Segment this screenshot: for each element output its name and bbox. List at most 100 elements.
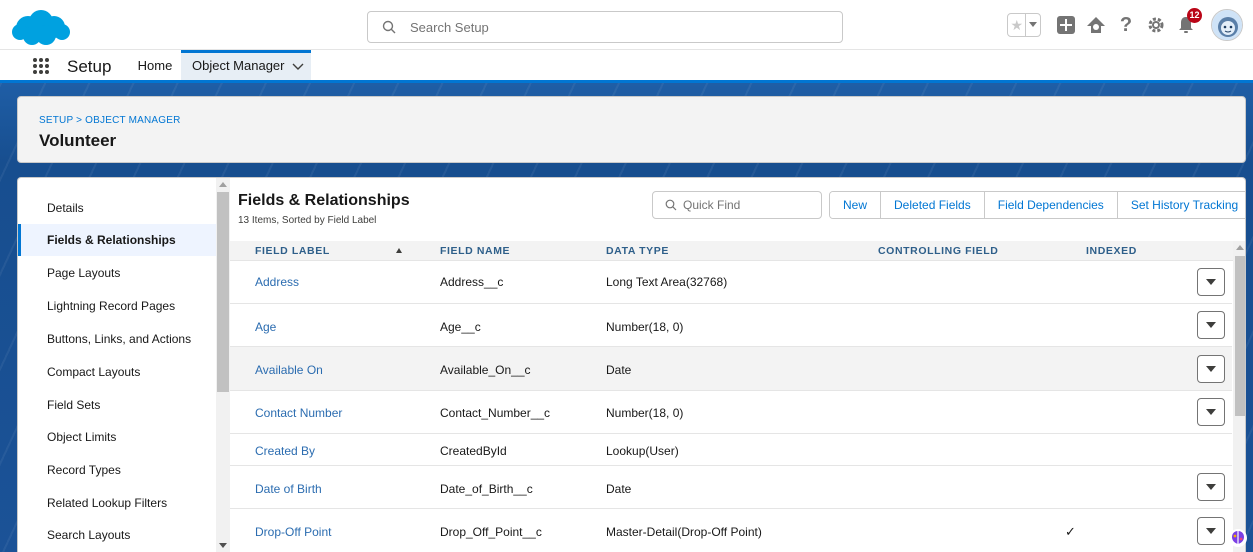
table-row: Age Age__c Number(18, 0): [230, 304, 1232, 347]
notifications-button[interactable]: 12: [1175, 8, 1202, 36]
add-icon[interactable]: [1055, 14, 1077, 36]
row-actions-button[interactable]: [1197, 311, 1225, 339]
field-name-cell: Contact_Number__c: [440, 406, 551, 420]
salesforce-logo-icon[interactable]: [8, 8, 74, 48]
sidebar-item-object-limits[interactable]: Object Limits: [18, 421, 216, 453]
data-type-cell: Number(18, 0): [606, 320, 684, 334]
data-type-cell: Date: [606, 363, 632, 377]
field-name-cell: CreatedById: [440, 444, 507, 458]
chevron-down-icon: [1206, 322, 1216, 328]
favorites-dropdown-icon[interactable]: [1025, 14, 1040, 36]
table-row: Drop-Off Point Drop_Off_Point__c Master-…: [230, 509, 1232, 552]
new-button[interactable]: New: [830, 192, 881, 218]
field-label-link[interactable]: Age: [255, 320, 276, 334]
field-label-link[interactable]: Available On: [255, 363, 323, 377]
page-header: SETUP > OBJECT MANAGER Volunteer: [17, 96, 1246, 163]
header-actions: ★ ? 12: [1007, 8, 1253, 42]
tab-home[interactable]: Home: [130, 50, 180, 80]
sidebar-scrollbar[interactable]: [216, 178, 230, 552]
table-row: Available On Available_On__c Date: [230, 347, 1232, 391]
scroll-up-icon[interactable]: [1236, 245, 1244, 250]
column-field-label[interactable]: FIELD LABEL: [255, 241, 330, 261]
row-actions-button[interactable]: [1197, 398, 1225, 426]
field-name-cell: Available_On__c: [440, 363, 531, 377]
field-label-link[interactable]: Drop-Off Point: [255, 525, 331, 539]
app-navigation: Setup Home Object Manager: [0, 50, 1253, 83]
indexed-checkmark-icon: ✓: [1065, 524, 1076, 539]
sidebar-item-buttons-links-actions[interactable]: Buttons, Links, and Actions: [18, 323, 216, 355]
search-setup-input[interactable]: Search Setup: [367, 11, 843, 43]
table-body: Address Address__c Long Text Area(32768)…: [230, 261, 1232, 552]
sidebar-item-lightning-record-pages[interactable]: Lightning Record Pages: [18, 290, 216, 322]
row-actions-button[interactable]: [1197, 517, 1225, 545]
quick-find-placeholder: Quick Find: [683, 198, 741, 212]
data-type-cell: Long Text Area(32768): [606, 275, 728, 289]
row-actions-button[interactable]: [1197, 268, 1225, 296]
app-launcher-icon[interactable]: [32, 57, 50, 75]
tab-object-manager-label: Object Manager: [192, 58, 285, 73]
search-placeholder: Search Setup: [410, 19, 489, 35]
assistant-brain-icon[interactable]: [1228, 528, 1248, 548]
field-name-cell: Age__c: [440, 320, 481, 334]
app-name: Setup: [67, 57, 112, 76]
sidebar-item-page-layouts[interactable]: Page Layouts: [18, 257, 216, 289]
favorites-star-icon[interactable]: ★: [1008, 14, 1025, 36]
column-indexed[interactable]: INDEXED: [1086, 241, 1137, 261]
chevron-down-icon[interactable]: [292, 54, 304, 80]
search-icon: [665, 199, 677, 211]
field-label-link[interactable]: Created By: [255, 444, 315, 458]
chevron-down-icon: [1206, 528, 1216, 534]
row-actions-button[interactable]: [1197, 355, 1225, 383]
scroll-up-icon[interactable]: [219, 182, 227, 187]
data-type-cell: Number(18, 0): [606, 406, 684, 420]
column-field-name[interactable]: FIELD NAME: [440, 241, 510, 261]
field-label-link[interactable]: Contact Number: [255, 406, 342, 420]
sidebar-item-details[interactable]: Details: [18, 192, 216, 224]
gear-icon[interactable]: [1145, 14, 1167, 36]
chevron-down-icon: [1206, 409, 1216, 415]
sidebar-item-search-layouts[interactable]: Search Layouts: [18, 519, 216, 551]
search-icon: [382, 20, 396, 34]
sort-ascending-icon[interactable]: [396, 248, 402, 253]
scroll-down-icon[interactable]: [219, 543, 227, 548]
field-name-cell: Drop_Off_Point__c: [440, 525, 542, 539]
notification-badge: 12: [1187, 8, 1202, 23]
field-label-link[interactable]: Date of Birth: [255, 482, 322, 496]
sidebar-item-related-lookup-filters[interactable]: Related Lookup Filters: [18, 487, 216, 519]
global-header: Search Setup ★ ? 12: [0, 0, 1253, 50]
table-row: Contact Number Contact_Number__c Number(…: [230, 391, 1232, 434]
set-history-tracking-button[interactable]: Set History Tracking: [1116, 192, 1245, 218]
sidebar-item-compact-layouts[interactable]: Compact Layouts: [18, 356, 216, 388]
field-name-cell: Date_of_Birth__c: [440, 482, 533, 496]
row-actions-button[interactable]: [1197, 473, 1225, 501]
page-title: Volunteer: [39, 131, 117, 150]
trailhead-icon[interactable]: [1085, 14, 1107, 36]
sidebar-item-record-types[interactable]: Record Types: [18, 454, 216, 486]
chevron-down-icon: [1206, 484, 1216, 490]
deleted-fields-button[interactable]: Deleted Fields: [880, 192, 984, 218]
tab-object-manager[interactable]: Object Manager: [181, 50, 311, 80]
sidebar-item-fields-relationships[interactable]: Fields & Relationships: [18, 224, 216, 256]
column-data-type[interactable]: DATA TYPE: [606, 241, 669, 261]
field-name-cell: Address__c: [440, 275, 504, 289]
help-icon[interactable]: ?: [1115, 14, 1137, 36]
sidebar-scroll-thumb[interactable]: [217, 192, 229, 392]
object-sidebar: Details Fields & Relationships Page Layo…: [18, 178, 216, 552]
column-controlling-field[interactable]: CONTROLLING FIELD: [878, 241, 998, 261]
field-dependencies-button[interactable]: Field Dependencies: [983, 192, 1117, 218]
quick-find-input[interactable]: Quick Find: [652, 191, 822, 219]
field-label-link[interactable]: Address: [255, 275, 299, 289]
chevron-down-icon: [1206, 366, 1216, 372]
table-scroll-thumb[interactable]: [1235, 256, 1245, 416]
favorites-button[interactable]: ★: [1007, 13, 1041, 37]
data-type-cell: Master-Detail(Drop-Off Point): [606, 525, 762, 539]
sidebar-item-field-sets[interactable]: Field Sets: [18, 389, 216, 421]
chevron-down-icon: [1206, 279, 1216, 285]
user-avatar[interactable]: [1211, 9, 1243, 41]
table-scrollbar[interactable]: [1233, 241, 1245, 552]
fields-content: Fields & Relationships 13 Items, Sorted …: [230, 178, 1245, 552]
breadcrumb[interactable]: SETUP > OBJECT MANAGER: [39, 115, 181, 126]
section-title: Fields & Relationships: [238, 192, 410, 209]
table-row: Created By CreatedById Lookup(User): [230, 434, 1232, 466]
table-row: Date of Birth Date_of_Birth__c Date: [230, 466, 1232, 509]
